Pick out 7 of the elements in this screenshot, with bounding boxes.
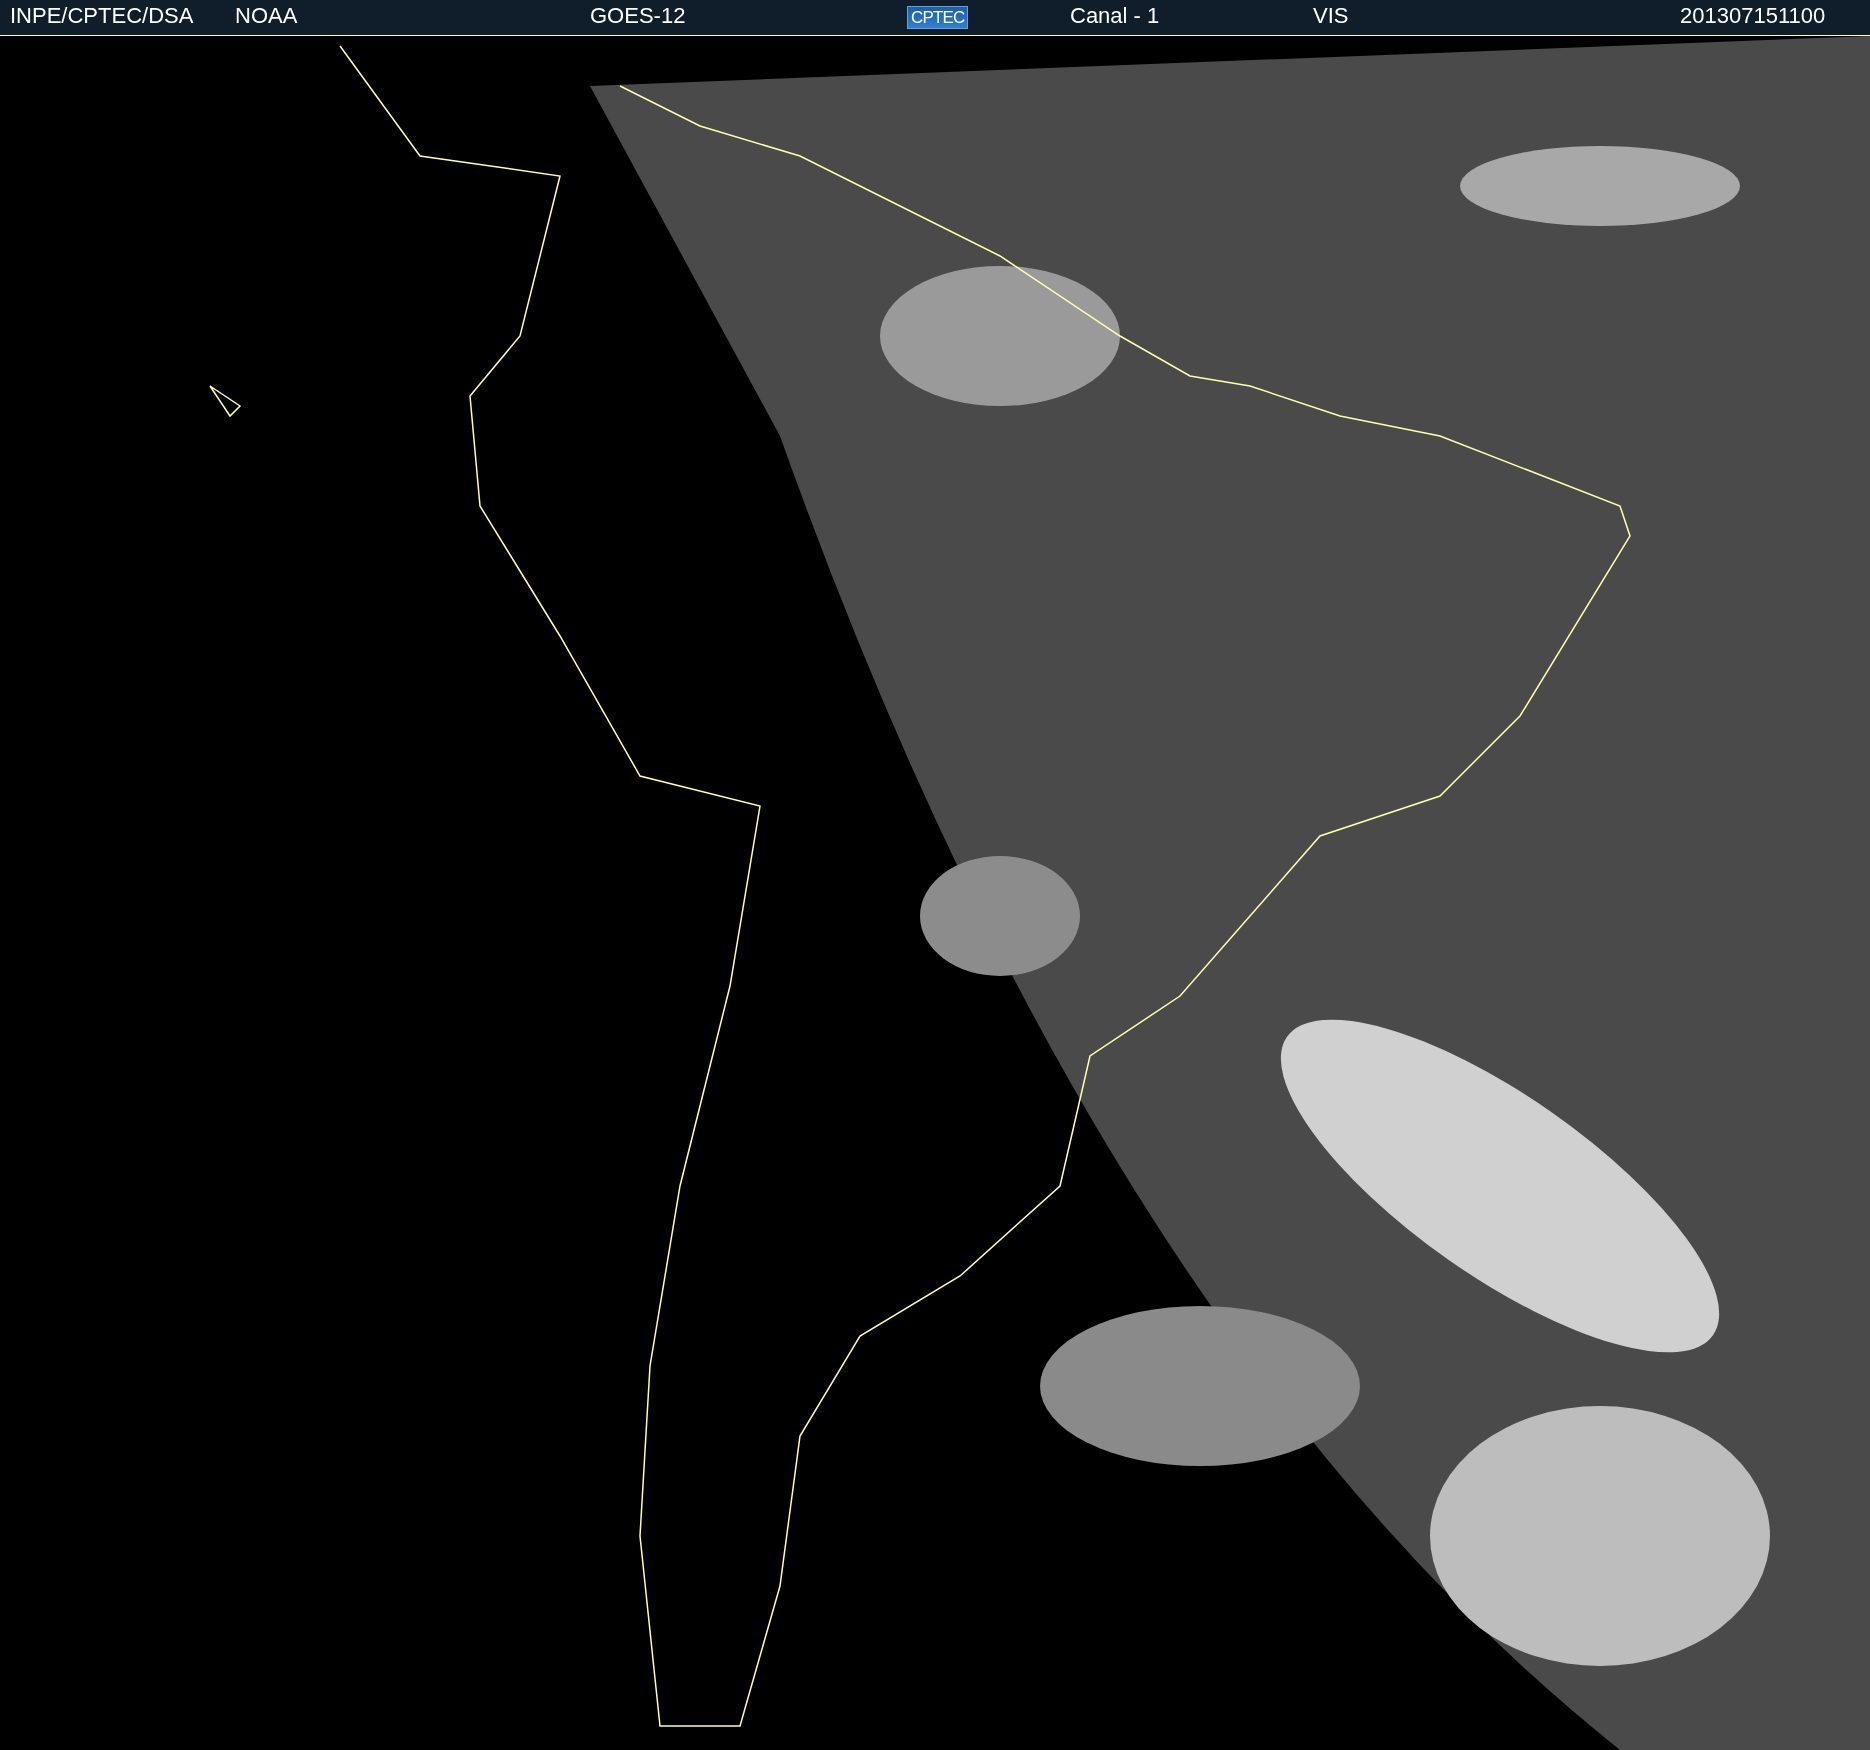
header-label: VIS [1313, 3, 1349, 28]
header-label: NOAA [235, 3, 298, 28]
header-label: INPE/CPTEC/DSA [10, 3, 194, 28]
logo-badge: CPTEC [907, 5, 969, 29]
header-label: 201307151100 [1680, 3, 1826, 28]
header-label: Canal - 1 [1070, 3, 1160, 28]
header-label: GOES-12 [590, 3, 686, 28]
